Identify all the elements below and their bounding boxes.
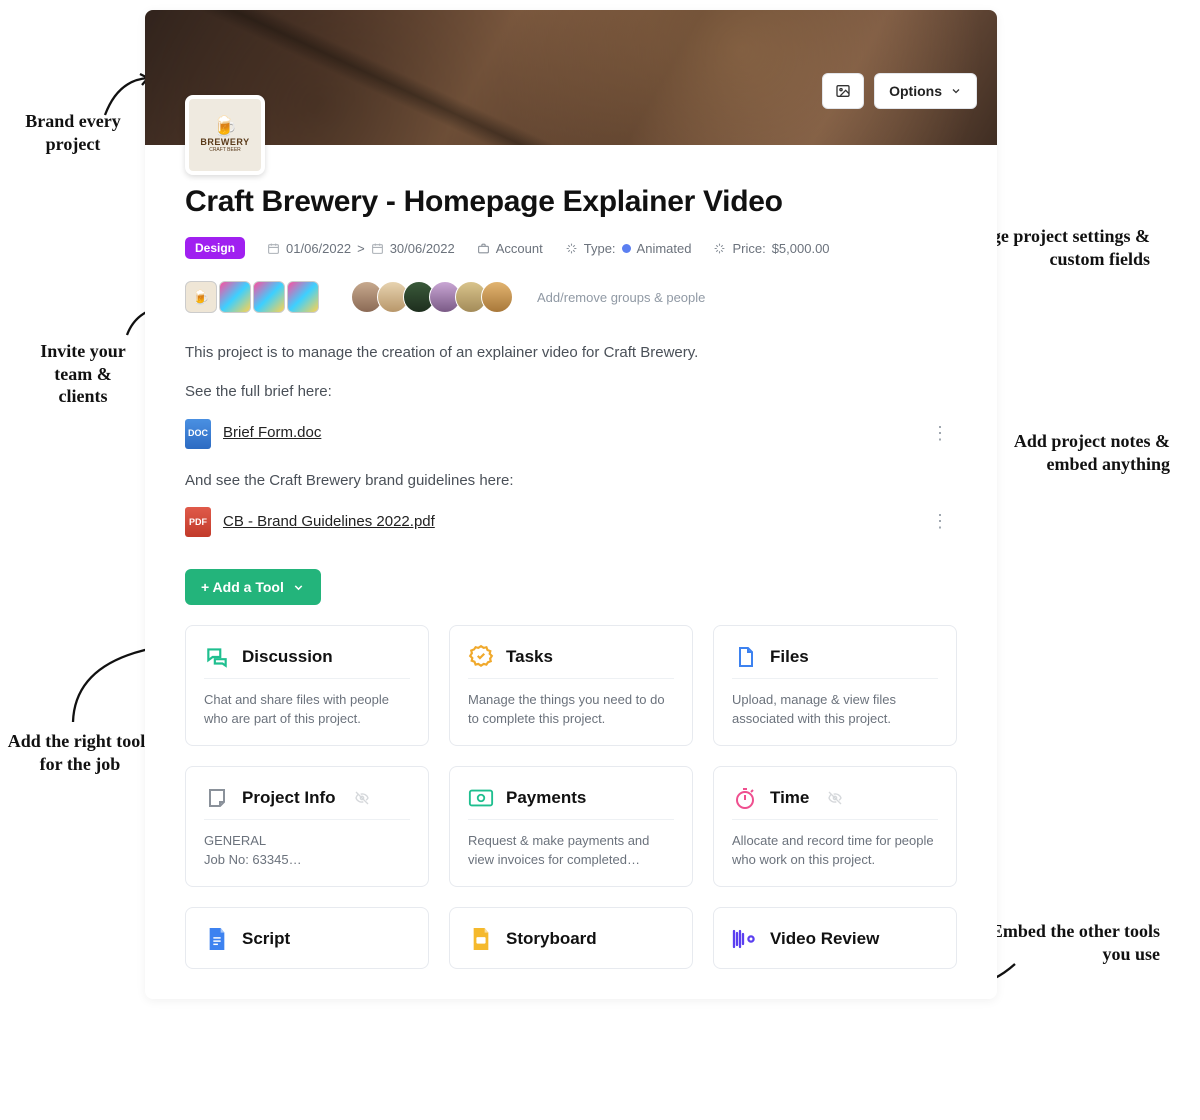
pdf-file-icon: PDF bbox=[185, 507, 211, 537]
group-avatars[interactable]: 🍺 bbox=[185, 281, 321, 313]
desc-line: And see the Craft Brewery brand guidelin… bbox=[185, 469, 957, 494]
options-label: Options bbox=[889, 83, 942, 99]
tool-desc: Upload, manage & view files associated w… bbox=[732, 678, 938, 729]
tool-project-info[interactable]: Project Info GENERAL Job No: 63345… bbox=[185, 766, 429, 887]
tool-title: Files bbox=[770, 647, 809, 667]
annotation-brand: Brand every project bbox=[8, 110, 138, 155]
tool-desc: Chat and share files with people who are… bbox=[204, 678, 410, 729]
account-field[interactable]: Account bbox=[477, 241, 543, 256]
tool-video-review[interactable]: Video Review bbox=[713, 907, 957, 969]
chevron-down-icon bbox=[292, 581, 305, 594]
tool-title: Tasks bbox=[506, 647, 553, 667]
tool-tasks[interactable]: Tasks Manage the things you need to do t… bbox=[449, 625, 693, 746]
attachment-menu[interactable]: ⋮ bbox=[923, 507, 957, 537]
desc-line: This project is to manage the creation o… bbox=[185, 341, 957, 366]
tool-title: Discussion bbox=[242, 647, 333, 667]
attachment-row: PDF CB - Brand Guidelines 2022.pdf ⋮ bbox=[185, 507, 957, 537]
note-icon bbox=[204, 785, 230, 811]
people-row: 🍺 Add/remove groups & people bbox=[185, 281, 957, 313]
tool-title: Payments bbox=[506, 788, 586, 808]
sparkle-icon bbox=[713, 242, 726, 255]
meta-row: Design 01/06/2022 > 30/06/2022 Account T… bbox=[185, 237, 957, 259]
add-tool-button[interactable]: + Add a Tool bbox=[185, 569, 321, 605]
change-cover-button[interactable] bbox=[822, 73, 864, 109]
add-people-link[interactable]: Add/remove groups & people bbox=[537, 290, 705, 305]
briefcase-icon bbox=[477, 242, 490, 255]
tool-desc: Manage the things you need to do to comp… bbox=[468, 678, 674, 729]
file-icon bbox=[732, 644, 758, 670]
annotation-tools: Add the right tools for the job bbox=[0, 730, 160, 775]
tool-title: Time bbox=[770, 788, 809, 808]
chat-icon bbox=[204, 644, 230, 670]
gdoc-icon bbox=[204, 926, 230, 952]
sparkle-icon bbox=[565, 242, 578, 255]
frameio-icon bbox=[732, 926, 758, 952]
tool-script[interactable]: Script bbox=[185, 907, 429, 969]
tool-storyboard[interactable]: Storyboard bbox=[449, 907, 693, 969]
hidden-icon bbox=[354, 790, 370, 806]
calendar-icon bbox=[267, 242, 280, 255]
doc-file-icon: DOC bbox=[185, 419, 211, 449]
attachment-row: DOC Brief Form.doc ⋮ bbox=[185, 419, 957, 449]
group-avatar bbox=[219, 281, 251, 313]
hidden-icon bbox=[827, 790, 843, 806]
attachment-link[interactable]: Brief Form.doc bbox=[223, 421, 321, 446]
chevron-down-icon bbox=[950, 85, 962, 97]
annotation-embed: Embed the other tools you use bbox=[970, 920, 1160, 965]
type-field[interactable]: Type: Animated bbox=[565, 241, 692, 256]
tool-files[interactable]: Files Upload, manage & view files associ… bbox=[713, 625, 957, 746]
stopwatch-icon bbox=[732, 785, 758, 811]
annotation-invite: Invite your team & clients bbox=[28, 340, 138, 408]
money-icon bbox=[468, 785, 494, 811]
logo-sub: CRAFT BEER bbox=[209, 147, 241, 153]
group-avatar bbox=[253, 281, 285, 313]
project-panel: Options 🍺 BREWERY CRAFT BEER Craft Brewe… bbox=[145, 10, 997, 999]
hero-banner: Options bbox=[145, 10, 997, 145]
date-range[interactable]: 01/06/2022 > 30/06/2022 bbox=[267, 241, 455, 256]
tool-discussion[interactable]: Discussion Chat and share files with peo… bbox=[185, 625, 429, 746]
group-avatar: 🍺 bbox=[185, 281, 217, 313]
gslides-icon bbox=[468, 926, 494, 952]
project-title: Craft Brewery - Homepage Explainer Video bbox=[185, 185, 957, 219]
tool-payments[interactable]: Payments Request & make payments and vie… bbox=[449, 766, 693, 887]
brewery-icon: 🍺 bbox=[213, 117, 238, 137]
tool-title: Storyboard bbox=[506, 929, 597, 949]
attachment-menu[interactable]: ⋮ bbox=[923, 419, 957, 449]
type-dot bbox=[622, 244, 631, 253]
attachment-link[interactable]: CB - Brand Guidelines 2022.pdf bbox=[223, 510, 435, 535]
group-avatar bbox=[287, 281, 319, 313]
project-description: This project is to manage the creation o… bbox=[185, 341, 957, 537]
desc-line: See the full brief here: bbox=[185, 380, 957, 405]
tool-desc: GENERAL Job No: 63345… bbox=[204, 819, 410, 870]
people-avatars[interactable] bbox=[351, 281, 507, 313]
tool-time[interactable]: Time Allocate and record time for people… bbox=[713, 766, 957, 887]
image-icon bbox=[835, 83, 851, 99]
tool-title: Script bbox=[242, 929, 290, 949]
tool-grid: Discussion Chat and share files with peo… bbox=[185, 625, 957, 968]
status-tag[interactable]: Design bbox=[185, 237, 245, 259]
options-button[interactable]: Options bbox=[874, 73, 977, 109]
logo-name: BREWERY bbox=[200, 137, 249, 147]
check-badge-icon bbox=[468, 644, 494, 670]
calendar-icon bbox=[371, 242, 384, 255]
tool-title: Project Info bbox=[242, 788, 336, 808]
tool-title: Video Review bbox=[770, 929, 879, 949]
annotation-notes: Add project notes & embed anything bbox=[970, 430, 1170, 475]
tool-desc: Allocate and record time for people who … bbox=[732, 819, 938, 870]
price-field[interactable]: Price: $5,000.00 bbox=[713, 241, 829, 256]
add-tool-label: + Add a Tool bbox=[201, 579, 284, 595]
tool-desc: Request & make payments and view invoice… bbox=[468, 819, 674, 870]
avatar bbox=[481, 281, 513, 313]
project-logo[interactable]: 🍺 BREWERY CRAFT BEER bbox=[185, 95, 265, 175]
